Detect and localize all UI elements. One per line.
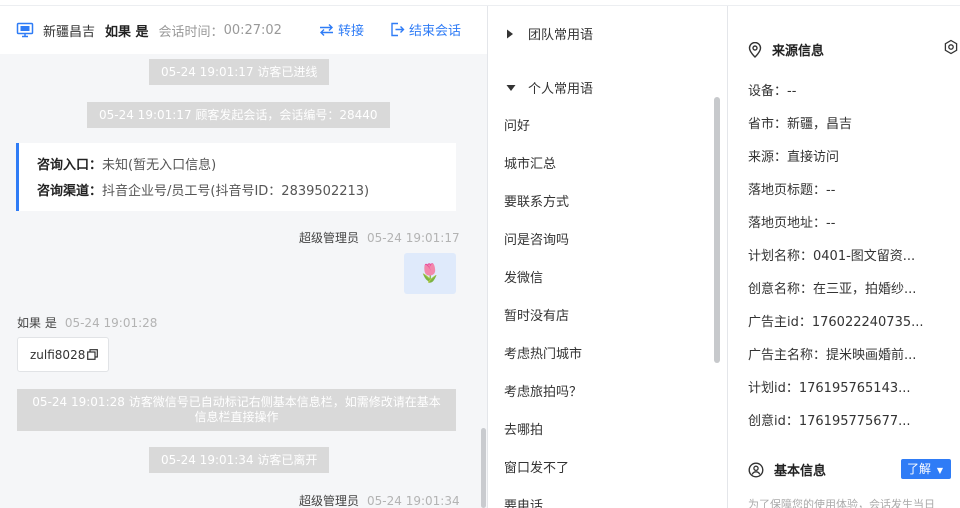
- consult-entry-key: 咨询入口：: [37, 158, 103, 173]
- personal-phrases-label: 个人常用语: [528, 82, 594, 97]
- location-pin-icon: [748, 41, 772, 58]
- app-root: 新疆昌吉 如果 是 会话时间： 00:27:02 转接 结束会话 05-24 1…: [0, 0, 960, 508]
- agent-message-bubble: 🌷: [404, 253, 456, 294]
- message-sender: 超级管理员: [299, 494, 360, 508]
- consult-channel-row: 咨询渠道：抖音企业号/员工号(抖音号ID：2839502213): [37, 179, 456, 205]
- system-message: 05-24 19:01:34 访客已离开: [149, 447, 330, 473]
- system-message: 05-24 19:01:28 访客微信号已自动标记右侧基本信息栏，如需修改请在基…: [17, 389, 456, 431]
- field-creative-name: 创意名称：在三亚，拍婚纱...: [748, 282, 917, 297]
- phrase-item[interactable]: 要联系方式: [504, 191, 569, 210]
- transfer-label: 转接: [338, 24, 365, 39]
- message-time: 05-24 19:01:28: [64, 316, 158, 330]
- consult-channel-key: 咨询渠道：: [37, 184, 103, 199]
- visitor-info-panel: 来源信息 设备：-- 省市：新疆，昌吉 来源：直接访问 落地页标题：-- 落地页…: [728, 6, 960, 508]
- chat-header: 新疆昌吉 如果 是 会话时间： 00:27:02 转接 结束会话: [0, 6, 487, 54]
- phrase-item[interactable]: 考虑旅拍吗？: [504, 381, 582, 400]
- message-sender: 超级管理员: [299, 231, 360, 245]
- consult-info-card: 咨询入口：未知(暂无入口信息) 咨询渠道：抖音企业号/员工号(抖音号ID：283…: [16, 143, 456, 211]
- session-time-label: 会话时间：: [158, 24, 224, 40]
- field-advertiser-name: 广告主名称：提米映画婚前...: [748, 348, 917, 363]
- message-meta: 超级管理员 05-24 19:01:34: [299, 492, 460, 508]
- consult-entry-value: 未知(暂无入口信息): [102, 158, 217, 173]
- caret-down-icon: ▼: [936, 466, 943, 475]
- phrase-item[interactable]: 问是咨询吗: [504, 229, 569, 248]
- field-landing-url: 落地页地址：--: [748, 216, 836, 231]
- phrase-item[interactable]: 暂时没有店: [504, 305, 569, 324]
- rose-emoji: 🌷: [418, 263, 442, 284]
- message-time: 05-24 19:01:34: [367, 494, 460, 508]
- source-info-title: 来源信息: [748, 40, 824, 59]
- caret-right-icon: [506, 29, 518, 39]
- system-message: 05-24 19:01:17 访客已进线: [149, 59, 330, 85]
- message-text: zulfi8028: [30, 347, 86, 362]
- learn-more-button[interactable]: 了解 ▼: [901, 459, 951, 479]
- phrase-item[interactable]: 城市汇总: [504, 153, 556, 172]
- visitor-region: 新疆昌吉: [43, 24, 96, 40]
- source-info-label: 来源信息: [772, 44, 825, 59]
- basic-info-notice: 为了保障您的使用体验，会话发生当日: [748, 498, 935, 508]
- field-landing-title: 落地页标题：--: [748, 183, 836, 198]
- consult-channel-value: 抖音企业号/员工号(抖音号ID：2839502213): [102, 184, 370, 199]
- end-session-label: 结束会话: [409, 24, 462, 39]
- field-province-city: 省市：新疆，昌吉: [748, 117, 853, 132]
- field-plan-name: 计划名称：0401-图文留资...: [748, 249, 916, 264]
- chat-scrollbar[interactable]: [481, 428, 486, 508]
- phrase-item[interactable]: 问好: [504, 115, 530, 134]
- phrase-item[interactable]: 发微信: [504, 267, 543, 286]
- system-message: 05-24 19:01:17 顾客发起会话，会话编号：28440: [87, 102, 390, 128]
- copy-icon[interactable]: [87, 349, 99, 360]
- monitor-icon: [16, 21, 34, 39]
- consult-entry-row: 咨询入口：未知(暂无入口信息): [37, 153, 456, 179]
- phrase-item[interactable]: 窗口发不了: [504, 457, 569, 476]
- phrases-scrollbar[interactable]: [714, 97, 720, 363]
- session-time-value: 00:27:02: [223, 22, 282, 38]
- field-creative-id: 创意id：176195775677...: [748, 414, 911, 429]
- message-meta: 如果 是 05-24 19:01:28: [17, 314, 157, 331]
- field-source: 来源：直接访问: [748, 150, 840, 165]
- personal-phrases-group[interactable]: 个人常用语: [506, 78, 593, 97]
- learn-more-label: 了解: [907, 462, 932, 476]
- phrase-item[interactable]: 要电话: [504, 495, 543, 508]
- phrases-panel: 团队常用语 个人常用语 问好 城市汇总 要联系方式 问是咨询吗 发微信 暂时没有…: [488, 6, 728, 508]
- transfer-icon: [319, 23, 338, 37]
- field-plan-id: 计划id：176195765143...: [748, 381, 911, 396]
- chat-panel: 新疆昌吉 如果 是 会话时间： 00:27:02 转接 结束会话 05-24 1…: [0, 6, 488, 508]
- basic-info-label: 基本信息: [774, 464, 827, 479]
- phrase-item[interactable]: 考虑热门城市: [504, 343, 582, 362]
- basic-info-title: 基本信息: [748, 460, 826, 479]
- user-icon: [748, 461, 774, 478]
- message-meta: 超级管理员 05-24 19:01:17: [299, 229, 460, 246]
- field-device: 设备：--: [748, 84, 797, 99]
- end-session-button[interactable]: 结束会话: [390, 20, 461, 39]
- field-advertiser-id: 广告主id：176022240735...: [748, 315, 924, 330]
- team-phrases-label: 团队常用语: [528, 28, 594, 43]
- message-sender: 如果 是: [17, 316, 57, 330]
- visitor-message-bubble: zulfi8028: [17, 337, 109, 372]
- team-phrases-group[interactable]: 团队常用语: [506, 24, 593, 43]
- transfer-button[interactable]: 转接: [319, 20, 364, 39]
- visitor-nickname: 如果 是: [105, 24, 149, 40]
- phrase-item[interactable]: 去哪拍: [504, 419, 543, 438]
- caret-down-icon: [506, 84, 518, 92]
- exit-icon: [390, 22, 409, 37]
- message-time: 05-24 19:01:17: [367, 231, 460, 245]
- settings-icon[interactable]: [943, 39, 959, 55]
